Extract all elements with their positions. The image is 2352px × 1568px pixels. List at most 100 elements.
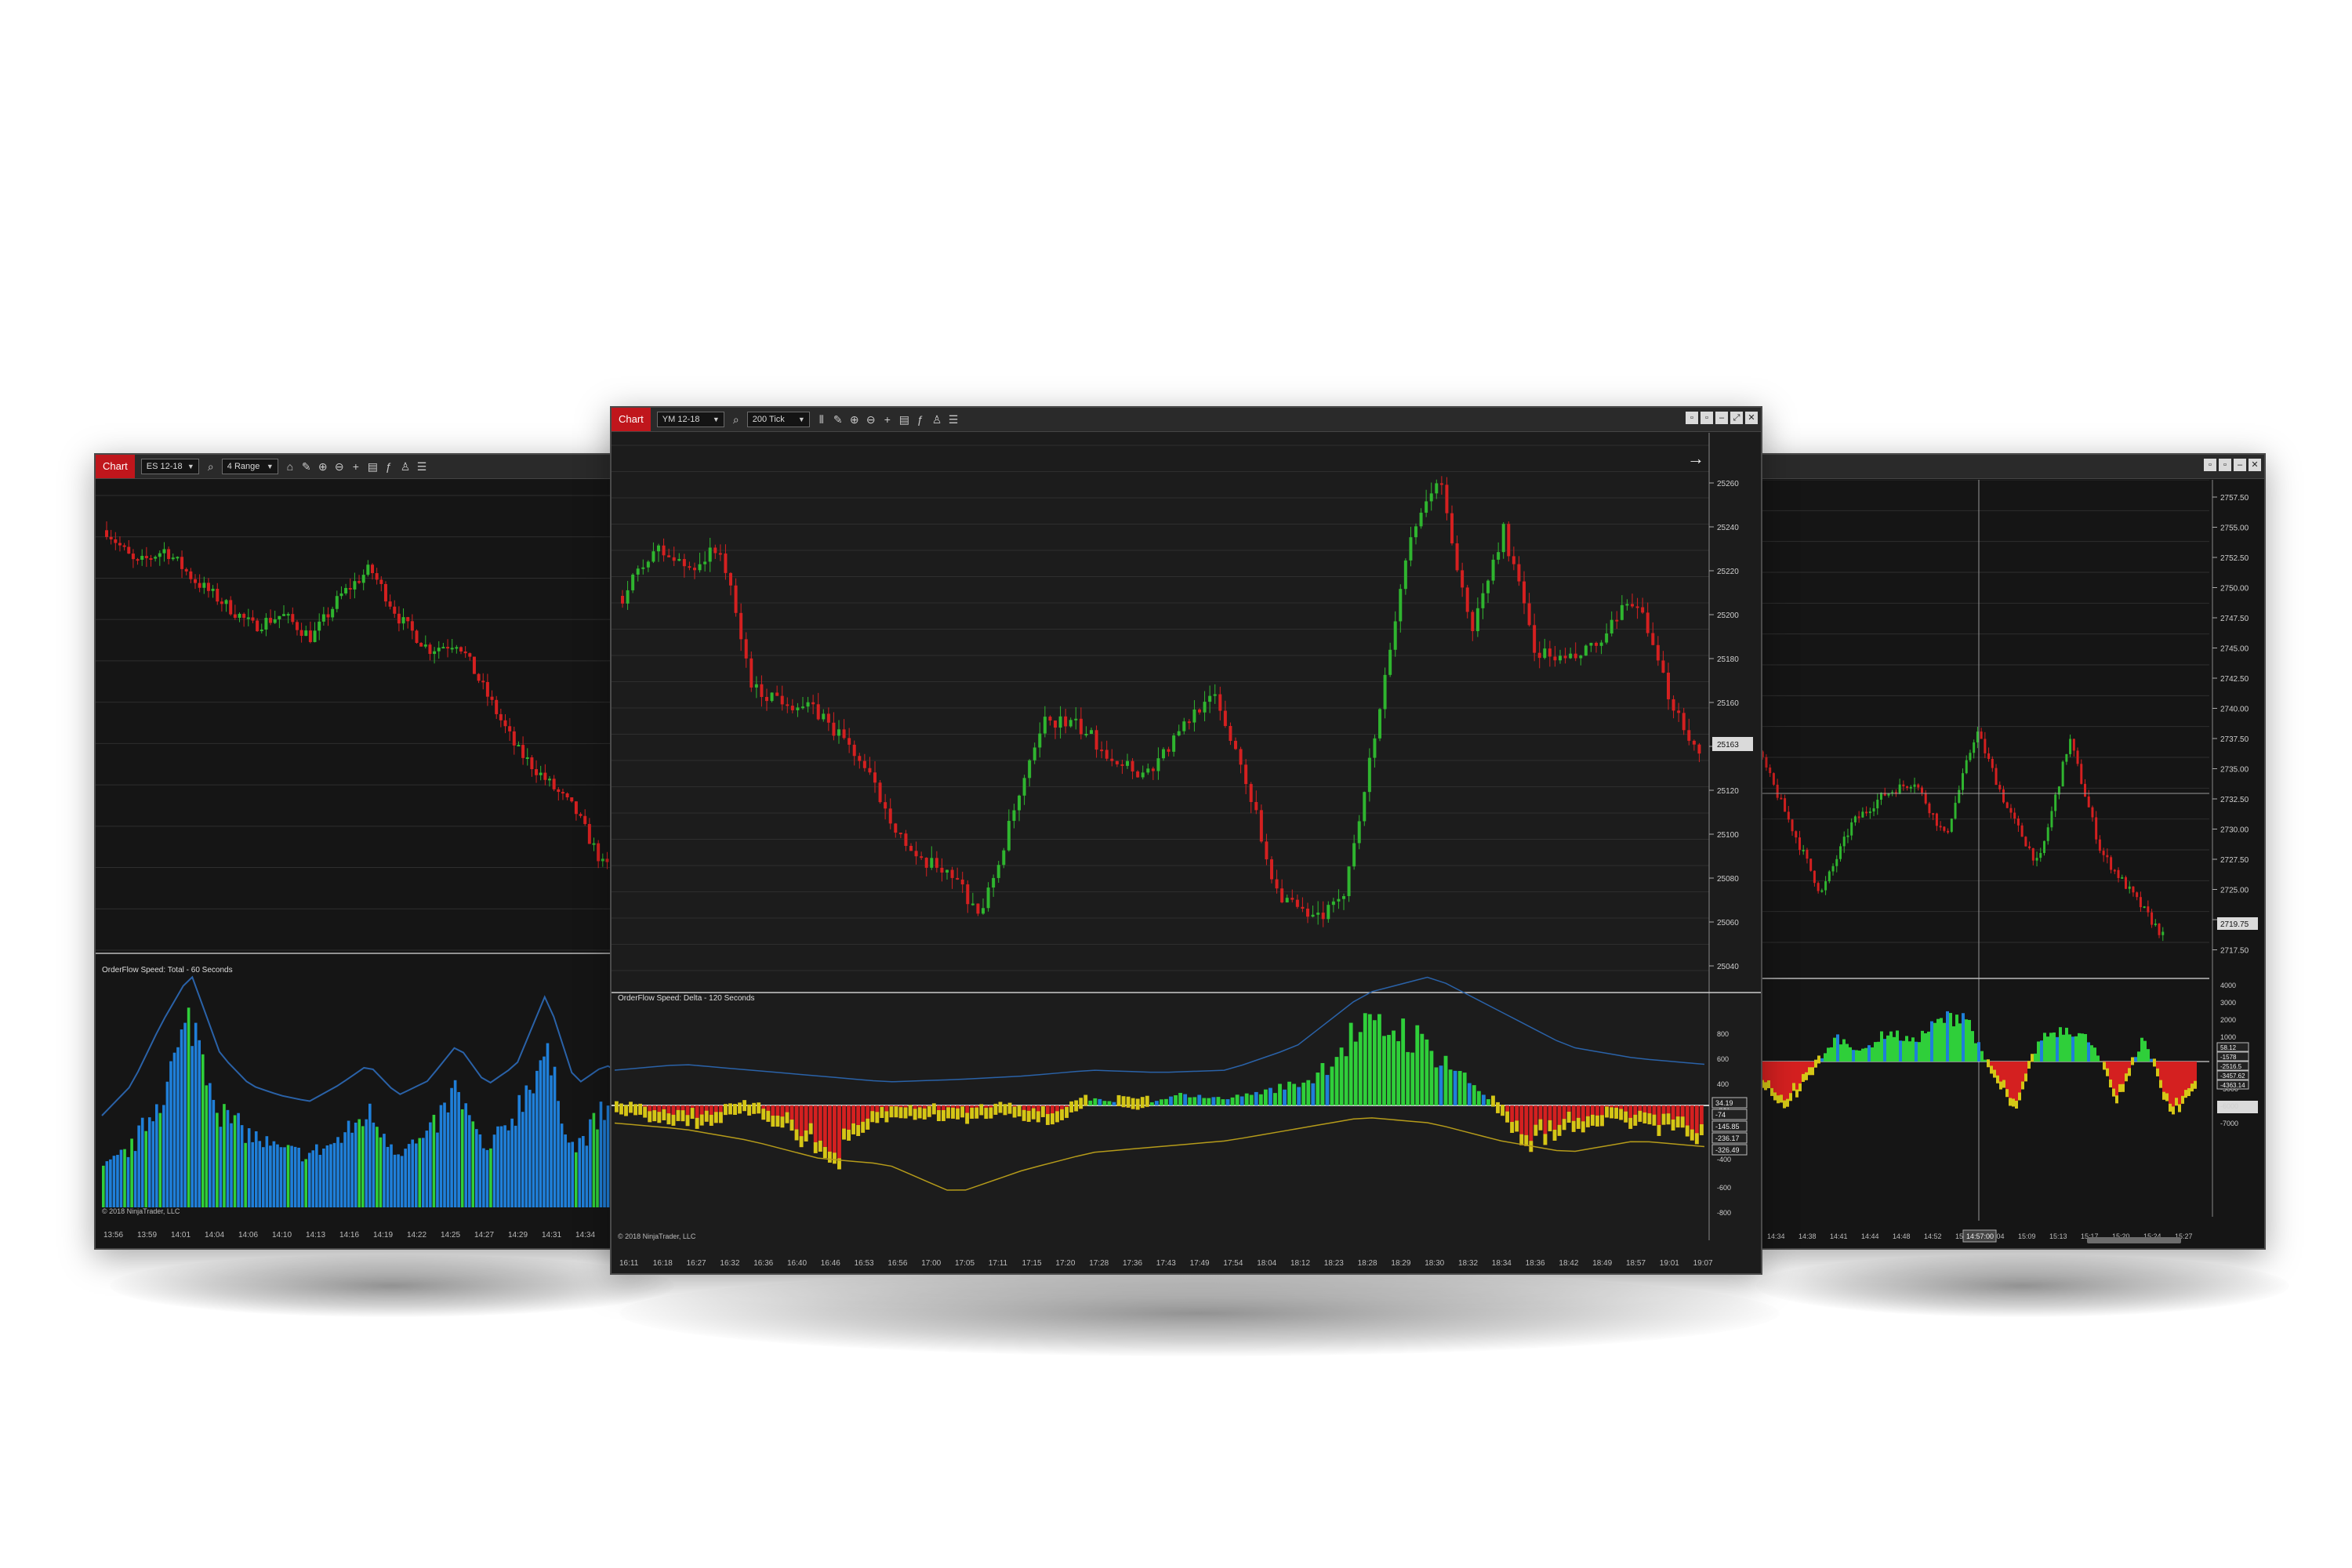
time-axis-label: 17:49	[1190, 1259, 1210, 1268]
histogram-bar	[521, 1112, 524, 1207]
delta-area-bar	[1915, 1041, 1918, 1062]
histogram-bar	[151, 1121, 155, 1207]
delta-histogram-tip	[1647, 1113, 1652, 1125]
tile-button[interactable]: ▫	[1686, 412, 1698, 424]
minimize-button[interactable]: –	[2234, 459, 2246, 471]
draw-tool-icon[interactable]: ✎	[302, 460, 311, 474]
chart-tab[interactable]: Chart	[96, 455, 135, 478]
minimize-button[interactable]: –	[1715, 412, 1728, 424]
delta-histogram-tip	[1548, 1120, 1552, 1131]
tile-button-2[interactable]: ▫	[1700, 412, 1713, 424]
delta-area-bar	[1830, 1047, 1833, 1062]
candle	[816, 704, 820, 720]
center-chart-window: Chart YM 12-18 ▼ ⌕ 200 Tick ▼ ⫴ ✎ ⊕ ⊖ + ▤ …	[610, 406, 1762, 1275]
delta-histogram-bar	[1174, 1094, 1178, 1105]
delta-area-bar	[2147, 1049, 2150, 1062]
candle	[1486, 580, 1490, 593]
crosshair-icon[interactable]: +	[351, 460, 361, 473]
maximize-button[interactable]: ⤢	[1730, 412, 1743, 424]
histogram-bar	[269, 1145, 272, 1207]
candle	[1780, 797, 1783, 800]
candle	[118, 543, 122, 546]
close-button[interactable]: ✕	[1745, 412, 1758, 424]
delta-histogram-tip	[1031, 1108, 1036, 1120]
chart-tab[interactable]: Chart	[612, 408, 651, 431]
histogram-bar	[560, 1123, 564, 1207]
delta-histogram-bar	[1216, 1097, 1221, 1105]
strategies-icon[interactable]: ♙	[401, 460, 411, 474]
delta-histogram-tip	[956, 1108, 960, 1120]
time-axis-label: 18:36	[1526, 1259, 1545, 1268]
histogram-bar	[414, 1143, 418, 1207]
close-button[interactable]: ✕	[2249, 459, 2261, 471]
histogram-bar	[219, 1127, 223, 1207]
strategies-icon[interactable]: ♙	[932, 413, 942, 426]
indicators-icon[interactable]: ƒ	[916, 413, 925, 426]
search-icon[interactable]: ⌕	[731, 413, 741, 426]
histogram-bar	[230, 1123, 233, 1207]
candle	[1141, 772, 1145, 778]
candle	[1177, 731, 1181, 736]
time-axis-label: 18:28	[1358, 1259, 1377, 1268]
properties-icon[interactable]: ▤	[368, 460, 378, 474]
zoom-in-icon[interactable]: ⊕	[850, 413, 859, 426]
delta-histogram-tip	[856, 1125, 861, 1137]
candle	[626, 590, 630, 604]
draw-tool-icon[interactable]: ✎	[833, 413, 843, 426]
candle	[570, 797, 574, 802]
delta-histogram-tip	[813, 1142, 818, 1153]
delta-histogram-tip	[847, 1129, 851, 1141]
delta-histogram-tip	[1666, 1113, 1671, 1125]
candle	[2039, 852, 2042, 858]
zoom-out-icon[interactable]: ⊖	[866, 413, 876, 426]
delta-area-bar	[2071, 1036, 2074, 1062]
horizontal-scrollbar[interactable]	[2087, 1237, 2181, 1243]
candle	[1769, 767, 1772, 774]
delta-histogram-bar	[1230, 1097, 1235, 1105]
price-axis-label: 2752.50	[2220, 554, 2249, 563]
templates-icon[interactable]: ☰	[417, 460, 427, 474]
candle	[238, 613, 241, 619]
tile-button-2[interactable]: ▫	[2219, 459, 2231, 471]
histogram-bar	[550, 1075, 553, 1207]
delta-histogram-bar	[1283, 1089, 1287, 1105]
tile-button[interactable]: ▫	[2204, 459, 2216, 471]
candle	[313, 630, 317, 642]
crosshair-icon[interactable]: +	[883, 413, 892, 426]
templates-icon[interactable]: ☰	[949, 413, 959, 426]
instrument-selector[interactable]: YM 12-18 ▼	[656, 412, 724, 427]
zoom-out-icon[interactable]: ⊖	[335, 460, 344, 474]
bar-style-icon[interactable]: ⫴	[817, 413, 826, 426]
histogram-bar	[589, 1119, 592, 1207]
histogram-bar	[205, 1085, 209, 1207]
candle	[109, 536, 113, 539]
bar-style-icon[interactable]: ⌂	[285, 460, 295, 473]
delta-area-bar	[2037, 1041, 2040, 1062]
delta-histogram-tip	[922, 1108, 927, 1120]
indicators-icon[interactable]: ƒ	[384, 460, 394, 473]
search-icon[interactable]: ⌕	[206, 460, 216, 474]
candle	[122, 545, 126, 547]
properties-icon[interactable]: ▤	[899, 413, 909, 426]
bar-type-selector[interactable]: 200 Tick ▼	[746, 412, 810, 427]
delta-histogram-tip	[1022, 1109, 1026, 1121]
instrument-selector[interactable]: ES 12-18 ▼	[140, 459, 199, 474]
candle	[1012, 810, 1016, 822]
candle	[1002, 850, 1006, 866]
delta-histogram-tip	[851, 1123, 856, 1134]
time-axis-label: 18:32	[1458, 1259, 1478, 1268]
delta-histogram-tip	[619, 1103, 623, 1115]
bar-type-selector[interactable]: 4 Range ▼	[221, 459, 278, 474]
delta-histogram-tip	[884, 1111, 889, 1123]
candle	[242, 613, 246, 619]
candle	[765, 696, 768, 702]
candle	[1646, 612, 1650, 633]
zoom-in-icon[interactable]: ⊕	[318, 460, 328, 474]
candle	[1512, 556, 1515, 564]
delta-histogram-tip	[927, 1105, 931, 1117]
histogram-bar	[297, 1147, 300, 1207]
delta-histogram-tip	[690, 1108, 695, 1120]
candle	[2091, 807, 2094, 818]
candle	[605, 858, 609, 862]
candle	[273, 619, 277, 623]
